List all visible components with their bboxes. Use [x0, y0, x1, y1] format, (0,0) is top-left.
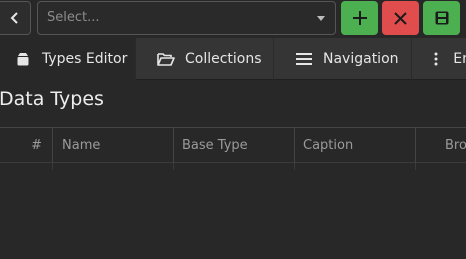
column-header-number[interactable]: # — [0, 128, 52, 163]
tab-bar: Types Editor Collections Navigation En — [0, 38, 466, 80]
tab-label: Collections — [185, 51, 262, 67]
column-divider — [294, 163, 295, 170]
column-header-base-type[interactable]: Base Type — [173, 128, 294, 163]
tab-types-editor[interactable]: Types Editor — [0, 38, 135, 80]
table-header: # Name Base Type Caption Bro — [0, 127, 466, 163]
type-select[interactable]: Select... — [37, 1, 336, 35]
back-button[interactable] — [0, 1, 31, 35]
close-icon — [394, 11, 407, 25]
tab-collections[interactable]: Collections — [135, 38, 273, 80]
tab-label: Types Editor — [42, 51, 128, 67]
tab-label: Navigation — [323, 51, 399, 67]
tab-navigation[interactable]: Navigation — [273, 38, 411, 80]
delete-button[interactable] — [382, 1, 419, 35]
column-divider — [52, 163, 53, 170]
select-placeholder: Select... — [47, 10, 100, 25]
menu-icon — [294, 50, 314, 68]
folder-open-icon — [156, 50, 176, 68]
page-title: Data Types — [0, 88, 104, 110]
box-icon — [13, 50, 33, 68]
caret-down-icon — [317, 16, 325, 21]
save-icon — [435, 11, 448, 25]
kebab-icon — [428, 50, 444, 68]
column-divider — [173, 163, 174, 170]
tab-label: En — [453, 51, 466, 67]
add-button[interactable] — [341, 1, 378, 35]
column-divider — [415, 163, 416, 170]
column-header-bro[interactable]: Bro — [415, 128, 466, 163]
column-header-name[interactable]: Name — [52, 128, 173, 163]
column-header-caption[interactable]: Caption — [294, 128, 415, 163]
chevron-left-icon — [10, 12, 18, 24]
plus-icon — [352, 11, 367, 25]
toolbar: Select... — [0, 0, 466, 38]
tab-en[interactable]: En — [411, 38, 466, 80]
save-button[interactable] — [423, 1, 460, 35]
